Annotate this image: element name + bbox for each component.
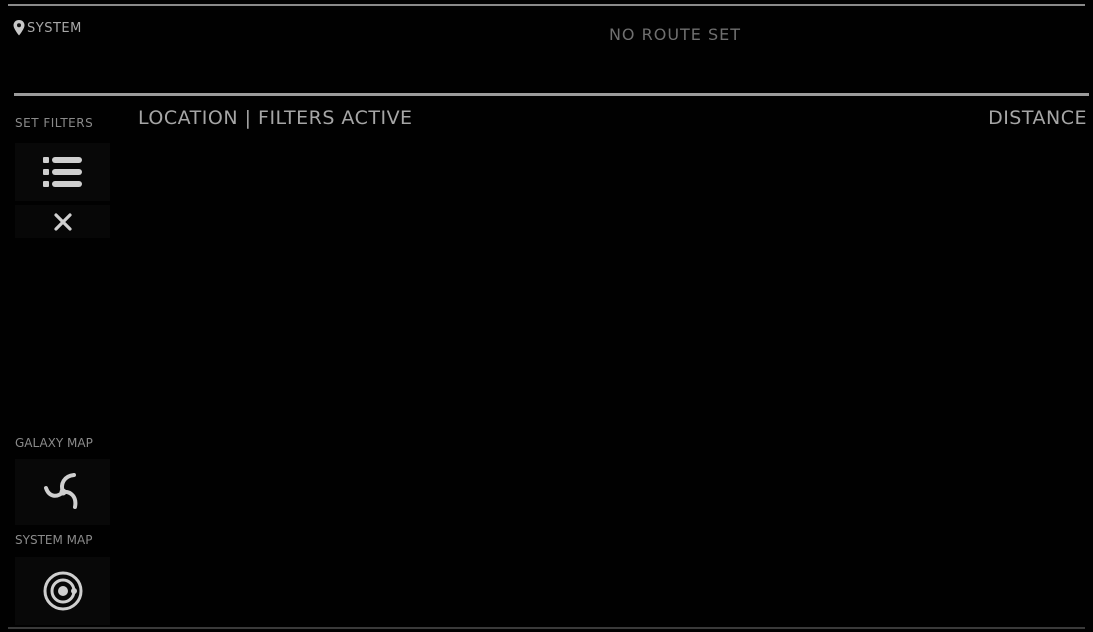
distance-column-header: DISTANCE bbox=[988, 107, 1087, 129]
system-tab-label: SYSTEM bbox=[27, 20, 82, 36]
galaxy-map-button[interactable] bbox=[15, 459, 110, 525]
system-map-label: SYSTEM MAP bbox=[15, 533, 93, 547]
location-list bbox=[132, 140, 1089, 624]
galaxy-map-label: GALAXY MAP bbox=[15, 436, 93, 450]
system-orbit-icon bbox=[43, 571, 82, 611]
system-tab[interactable]: SYSTEM bbox=[13, 20, 82, 36]
system-map-button[interactable] bbox=[15, 557, 110, 625]
location-column-header: LOCATION | FILTERS ACTIVE bbox=[138, 107, 413, 129]
galaxy-icon bbox=[43, 473, 77, 509]
set-filters-label: SET FILTERS bbox=[15, 116, 94, 130]
top-border bbox=[8, 4, 1085, 6]
bottom-border bbox=[8, 627, 1085, 629]
set-filters-button[interactable] bbox=[15, 143, 110, 201]
location-pin-icon bbox=[13, 20, 25, 36]
list-icon bbox=[42, 157, 82, 187]
clear-filters-button[interactable] bbox=[15, 205, 110, 238]
close-icon bbox=[53, 212, 72, 231]
header-divider bbox=[14, 93, 1089, 96]
route-status: NO ROUTE SET bbox=[608, 25, 742, 44]
